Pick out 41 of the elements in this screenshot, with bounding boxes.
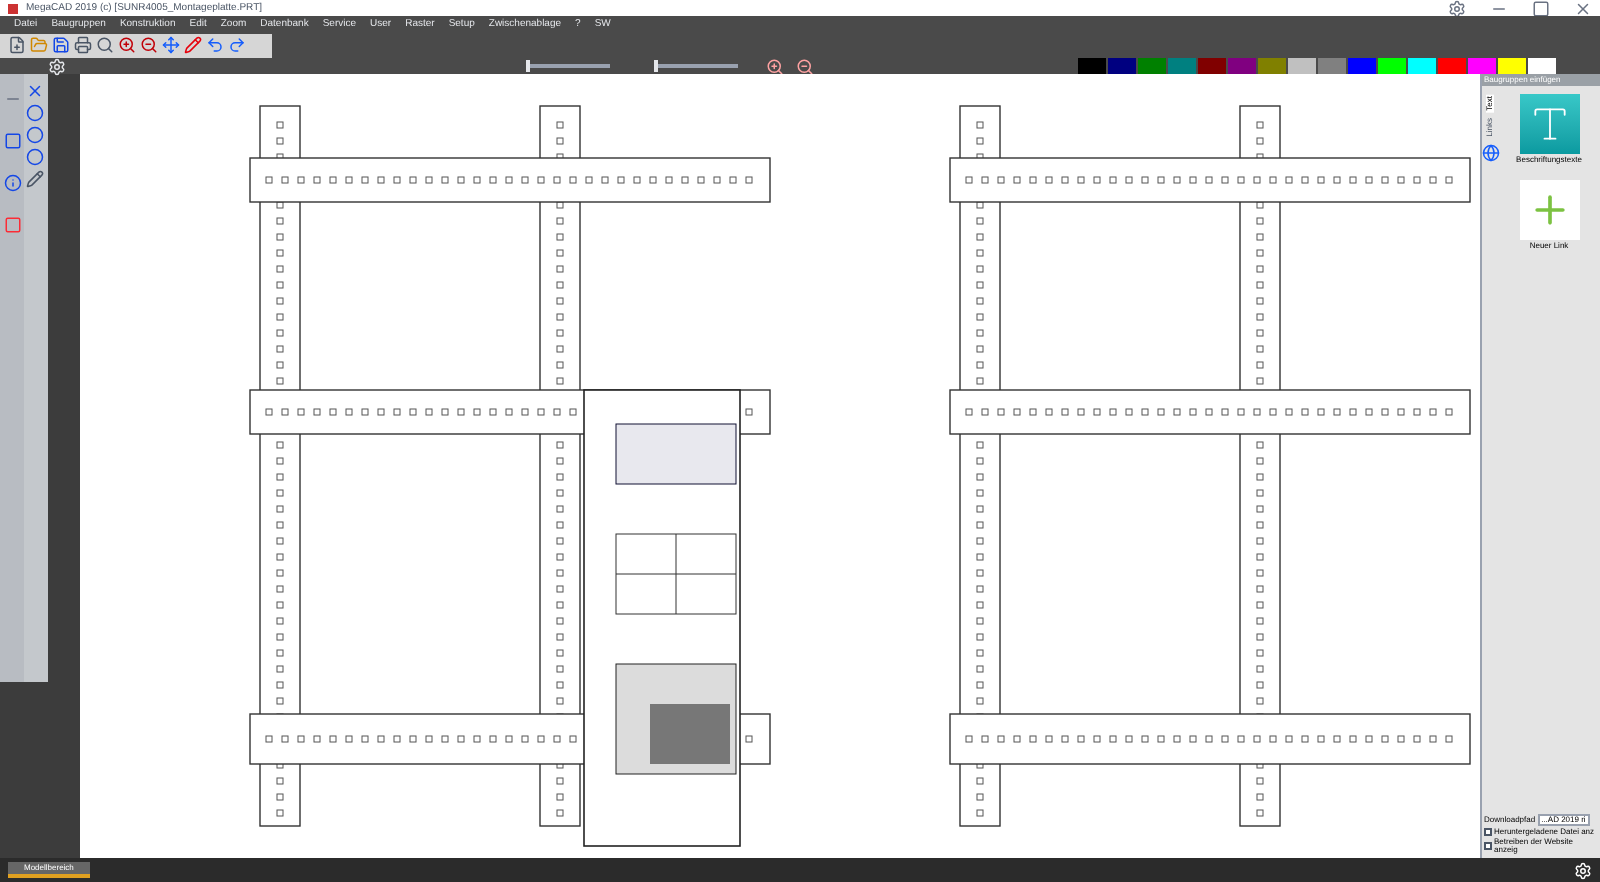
- new-file-icon[interactable]: [8, 36, 26, 54]
- pencil-icon[interactable]: [184, 36, 202, 54]
- redo-icon[interactable]: [228, 36, 246, 54]
- zoom-out-icon[interactable]: [140, 36, 158, 54]
- checkbox[interactable]: [1484, 842, 1492, 850]
- undo-icon[interactable]: [206, 36, 224, 54]
- text-tile[interactable]: [1519, 94, 1579, 154]
- color-swatch[interactable]: [1108, 58, 1136, 74]
- cross-icon[interactable]: [26, 82, 44, 100]
- link-tile[interactable]: [1519, 180, 1579, 240]
- search-icon[interactable]: [96, 36, 114, 54]
- circle-icon[interactable]: [26, 104, 44, 122]
- color-swatch[interactable]: [1168, 58, 1196, 74]
- print-icon[interactable]: [74, 36, 92, 54]
- app-logo-icon: [8, 3, 18, 13]
- color-swatch[interactable]: [1078, 58, 1106, 74]
- color-swatch[interactable]: [1348, 58, 1376, 74]
- color-swatch[interactable]: [1198, 58, 1226, 74]
- globe-icon[interactable]: [1481, 143, 1499, 162]
- settings-icon[interactable]: [1448, 0, 1466, 17]
- zoom-out-icon[interactable]: [796, 57, 814, 75]
- move-icon[interactable]: [162, 36, 180, 54]
- close-icon[interactable]: [1574, 0, 1592, 17]
- color-swatch[interactable]: [1258, 58, 1286, 74]
- color-swatch[interactable]: [1498, 58, 1526, 74]
- info-icon[interactable]: [3, 174, 21, 192]
- zoom-in-icon[interactable]: [766, 57, 784, 75]
- color-swatch[interactable]: [1138, 58, 1166, 74]
- color-swatch[interactable]: [1228, 58, 1256, 74]
- color-swatch[interactable]: [1288, 58, 1316, 74]
- color-swatch[interactable]: [1468, 58, 1496, 74]
- maximize-icon[interactable]: [1532, 0, 1550, 17]
- pencil-icon[interactable]: [26, 170, 44, 188]
- color-swatch[interactable]: [1378, 58, 1406, 74]
- zoom-in-icon[interactable]: [118, 36, 136, 54]
- save-icon[interactable]: [52, 36, 70, 54]
- color-swatch[interactable]: [1318, 58, 1346, 74]
- checkbox[interactable]: [1484, 828, 1492, 836]
- color-swatch[interactable]: [1528, 58, 1556, 74]
- color-swatch[interactable]: [1408, 58, 1436, 74]
- color-swatch[interactable]: [1438, 58, 1466, 74]
